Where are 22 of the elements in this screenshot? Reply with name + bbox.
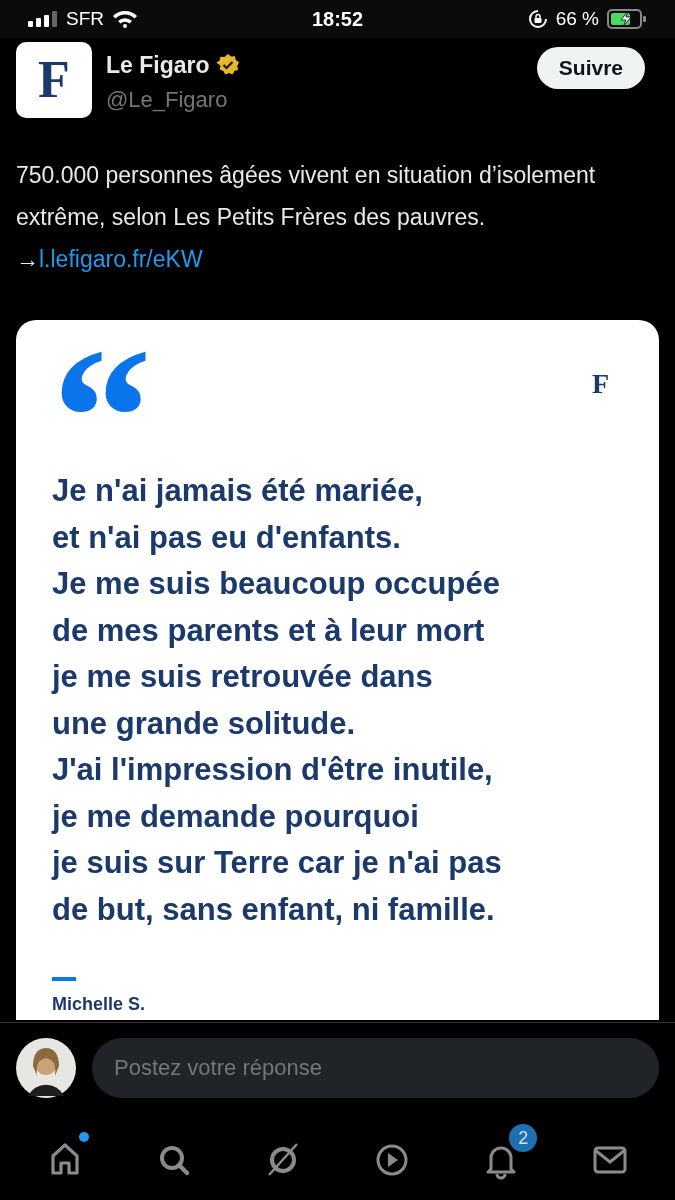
quote-card[interactable] [16, 320, 659, 1020]
clock-time: 18:52 [311, 7, 364, 32]
notification-count: 2 [509, 1124, 538, 1152]
orientation-lock-icon [527, 9, 548, 29]
logo-letter: F [591, 370, 609, 398]
quote-text: Je n'ai jamais été mariée, et n'ai pas eu d'enfants. Je me suis beaucoup occupée de mes parents et à leur mort je me suis retrouvée dans une grande solitude. J'ai l'impression d'être inutile, je me demande pourquoi je suis sur Terre car je n'ai pas de but, sans enfant, ni famille. [52, 472, 503, 929]
reply-input[interactable]: Postez votre réponse [92, 1038, 659, 1098]
wifi-icon [112, 10, 138, 28]
quote-mark: “ [52, 322, 152, 442]
logo-letter: F [38, 54, 70, 106]
battery-percentage: 66 % [555, 6, 599, 31]
account-name[interactable]: Le Figaro [106, 48, 210, 83]
tweet-text: 750.000 personnes âgées vivent en situation d’isolement extrême, selon Les Petits Frères des pauvres. →l.lefigaro.fr/eKW [15, 161, 597, 274]
account-logo[interactable]: F [16, 42, 92, 118]
user-avatar[interactable] [16, 1038, 76, 1098]
carrier-name: SFR [66, 6, 104, 31]
quote-author: Michelle S. [52, 993, 147, 1016]
battery-charging-icon [607, 9, 647, 29]
tweet-link[interactable]: l.lefigaro.fr/eKW [39, 246, 203, 272]
follow-button[interactable]: Suivre [536, 47, 645, 89]
signal-icon [28, 11, 58, 27]
account-handle[interactable]: @Le_Figaro [106, 82, 523, 116]
